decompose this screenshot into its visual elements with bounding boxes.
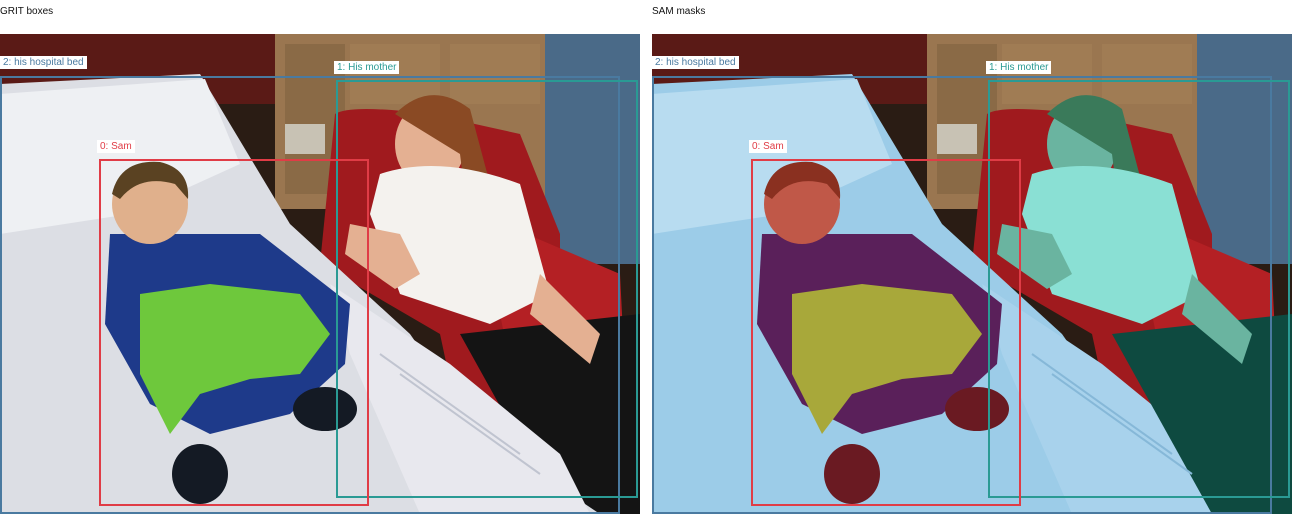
bbox-label-hospital-bed-right: 2: his hospital bed [652,56,739,69]
bbox-label-sam: 0: Sam [97,140,135,153]
bbox-label-hospital-bed: 2: his hospital bed [0,56,87,69]
bbox-sam-right [751,159,1021,506]
bbox-label-mother-right: 1: His mother [986,61,1052,74]
panel-title-sam: SAM masks [652,6,706,17]
bbox-sam [99,159,369,506]
panel-title-grit: GRIT boxes [0,6,54,17]
sam-masks-panel: SAM masks 2: his hospital bed 1: His mot… [652,0,1292,514]
bbox-label-mother: 1: His mother [334,61,400,74]
bbox-label-sam-right: 0: Sam [749,140,787,153]
bbox-mother [336,80,638,498]
grit-boxes-panel: GRIT boxes 2: his hospital bed 1: His mo… [0,0,640,514]
bbox-mother-right [988,80,1290,498]
